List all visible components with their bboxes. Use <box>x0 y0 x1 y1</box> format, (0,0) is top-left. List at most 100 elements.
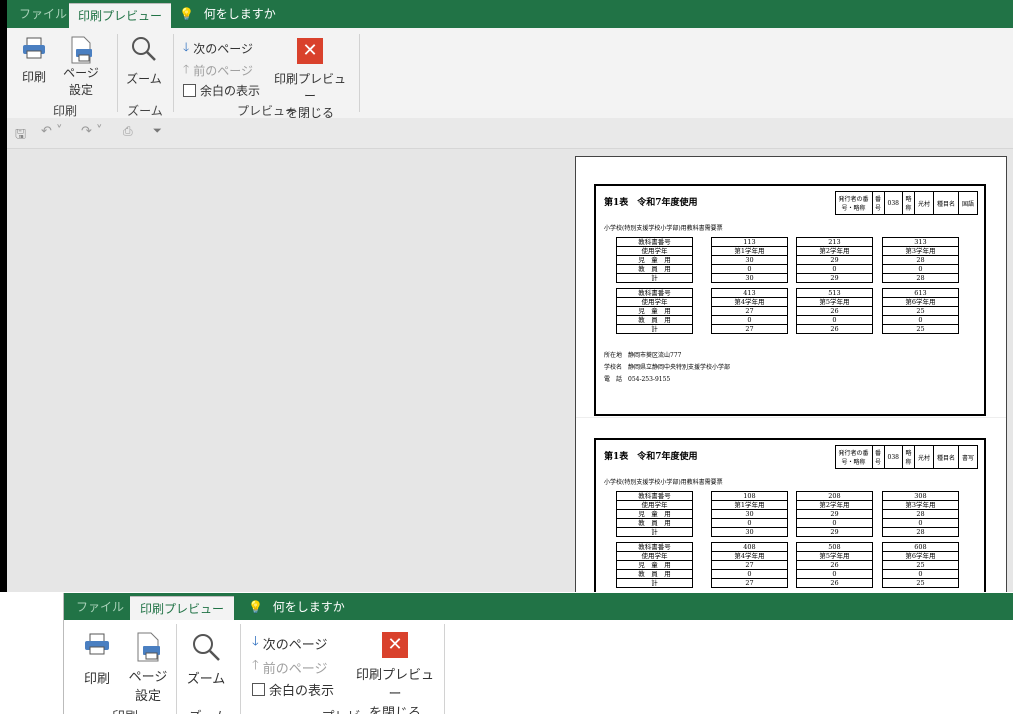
printer-icon <box>85 633 109 655</box>
table-cell: 30 <box>712 256 787 265</box>
tell-me-label-2: 何をしますか <box>272 600 345 614</box>
table-cell: 27 <box>712 561 787 570</box>
sheet-title: 第1表 令和7年度使用 <box>604 452 698 462</box>
table-cell: 28 <box>883 510 958 519</box>
table-cell: 第5学年用 <box>797 298 872 307</box>
show-margins-checkbox[interactable]: 余白の表示 <box>183 82 260 99</box>
next-page-label-2: 次のページ <box>262 637 328 653</box>
form-sheet-2: 第1表 令和7年度使用 発行者の番号・略称 番号 038 略称 光村 種目名 書… <box>594 438 986 592</box>
header-table: 教科書番号 使用学年児 童 用教 員 用計 <box>616 288 693 334</box>
grade-table: 108 第1学年用 30 0 30 <box>711 491 788 537</box>
grade-table: 508 第5学年用 26 0 26 <box>796 542 873 588</box>
table-cell: 30 <box>745 528 754 536</box>
zoom-label: ズーム <box>126 72 162 86</box>
page-setup-icon <box>71 36 92 64</box>
print-button-2[interactable]: 印刷 <box>76 632 118 687</box>
sheet-subtitle: 小学校(特別支援学校小学部)用教科書需要票 <box>604 479 723 486</box>
tab-print-preview-2[interactable]: 印刷プレビュー <box>130 596 235 622</box>
table-cell: 0 <box>883 570 958 579</box>
save-icon[interactable]: 🖫 <box>15 125 26 147</box>
table-cell: 児 童 用 <box>617 561 692 570</box>
checkbox-box <box>183 84 196 97</box>
table-cell: 児 童 用 <box>617 307 692 316</box>
redo-icon[interactable]: ↷ ˅ <box>81 124 103 139</box>
previous-page-button-2[interactable]: 🡑 前のページ <box>252 656 328 678</box>
tab-print-preview[interactable]: 印刷プレビュー <box>69 3 172 29</box>
group-label-print: 印刷 <box>52 104 77 118</box>
table-cell: 27 <box>745 579 754 587</box>
table-cell: 27 <box>745 325 754 333</box>
table-cell: 児 童 用 <box>617 256 692 265</box>
publisher-header: 発行者の番号・略称 番号 038 略称 光村 種目名 書写 <box>834 445 978 469</box>
table-cell: 30 <box>712 510 787 519</box>
table-cell: 613 <box>883 289 958 298</box>
publisher-header: 発行者の番号・略称 番号 038 略称 光村 種目名 国語 <box>834 191 978 215</box>
number-value: 038 <box>885 446 903 468</box>
page-setup-button-2[interactable]: ページ 設定 <box>122 632 174 704</box>
table-cell: 第2学年用 <box>797 247 872 256</box>
group-label-zoom: ズーム <box>127 104 163 118</box>
table-cell: 第6学年用 <box>883 552 958 561</box>
checkbox-box <box>252 683 265 696</box>
table-cell: 児 童 用 <box>617 510 692 519</box>
grade-table: 208 第2学年用 29 0 29 <box>796 491 873 537</box>
publisher-label: 発行者の番号・略称 <box>836 446 873 468</box>
table-cell: 213 <box>797 238 872 247</box>
subject-label: 種目名 <box>934 192 959 214</box>
number-value: 038 <box>885 192 903 214</box>
header-table: 教科書番号 使用学年児 童 用教 員 用計 <box>616 237 693 283</box>
table-cell: 第4学年用 <box>712 298 787 307</box>
grade-table: 213 第2学年用 29 0 29 <box>796 237 873 283</box>
table-cell: 第1学年用 <box>712 501 787 510</box>
show-margins-checkbox-2[interactable]: 余白の表示 <box>252 680 334 699</box>
customize-toolbar-icon[interactable]: ⏷ <box>153 124 162 138</box>
tell-me-box[interactable]: 💡 何をしますか <box>179 0 276 28</box>
undo-icon[interactable]: ↶ ˅ <box>41 124 63 139</box>
table-cell: 408 <box>712 543 787 552</box>
table-cell: 26 <box>830 579 839 587</box>
table-cell: 使用学年 <box>617 552 692 561</box>
table-cell: 413 <box>712 289 787 298</box>
table-cell: 計 <box>651 325 658 333</box>
next-page-button-2[interactable]: 🡓 次のページ <box>252 632 328 654</box>
table-cell: 第1学年用 <box>712 247 787 256</box>
print-button[interactable]: 印刷 <box>15 36 53 85</box>
zoom-button[interactable]: ズーム <box>123 36 165 87</box>
close-icon: ✕ <box>297 38 323 64</box>
zoom-button-2[interactable]: ズーム <box>182 632 230 687</box>
table-cell: 0 <box>712 519 787 528</box>
next-page-button[interactable]: 🡓 次のページ <box>183 38 253 59</box>
previous-page-button[interactable]: 🡑 前のページ <box>183 60 253 81</box>
table-cell: 28 <box>916 528 925 536</box>
tab-file-2[interactable]: ファイル <box>76 593 124 621</box>
previous-page-label: 前のページ <box>193 64 254 78</box>
table-cell: 26 <box>797 561 872 570</box>
table-cell: 第3学年用 <box>883 501 958 510</box>
table-cell: 第3学年用 <box>883 247 958 256</box>
table-cell: 0 <box>883 519 958 528</box>
tell-me-box-2[interactable]: 💡 何をしますか <box>248 593 345 621</box>
subject-value: 書写 <box>961 454 974 462</box>
close-preview-button-2[interactable]: ✕ 印刷プレビュー を閉じる <box>352 632 438 714</box>
quick-print-icon[interactable]: ⎙ <box>123 124 133 139</box>
table-cell: 113 <box>712 238 787 247</box>
table-cell: 0 <box>797 265 872 274</box>
page-setup-button[interactable]: ページ 設定 <box>59 36 103 98</box>
table-cell: 313 <box>883 238 958 247</box>
lightbulb-icon: 💡 <box>179 7 194 21</box>
table-cell: 26 <box>830 325 839 333</box>
table-cell: 0 <box>712 265 787 274</box>
table-cell: 208 <box>797 492 872 501</box>
next-page-icon: 🡓 <box>252 634 259 649</box>
phone-line: 電 話 054-253-9155 <box>604 376 671 383</box>
group-label-zoom-2: ズーム <box>184 706 232 714</box>
preview-page: 第1表 令和7年度使用 発行者の番号・略称 番号 038 略称 光村 種目名 国… <box>575 156 1007 592</box>
group-label-preview: プレビュー <box>236 104 297 118</box>
table-cell: 教科書番号 <box>617 543 692 552</box>
grade-table: 413 第4学年用 27 0 27 <box>711 288 788 334</box>
sheet-title: 第1表 令和7年度使用 <box>604 198 698 208</box>
table-cell: 0 <box>883 316 958 325</box>
tab-file[interactable]: ファイル <box>19 0 67 28</box>
table-cell: 29 <box>830 274 839 282</box>
grade-table: 608 第6学年用 25 0 25 <box>882 542 959 588</box>
